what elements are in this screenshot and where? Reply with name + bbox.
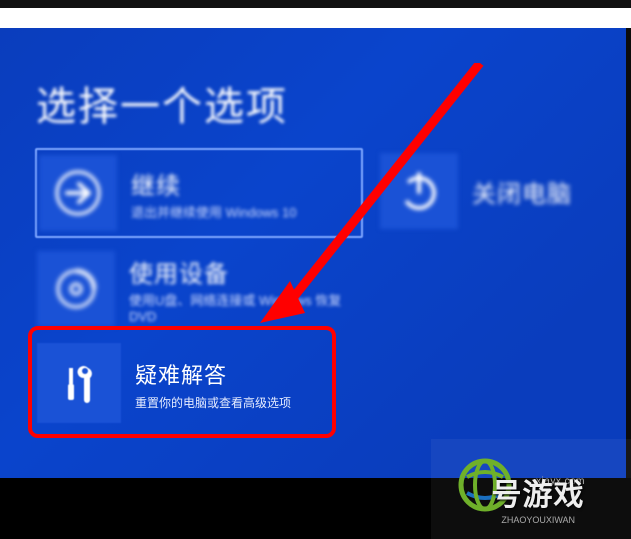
- option-troubleshoot-title: 疑难解答: [135, 358, 291, 390]
- option-use-device-sub: 使用U盘、网络连接或 Windows 恢复 DVD: [129, 293, 357, 324]
- top-black-bar: [0, 0, 631, 8]
- power-icon: [380, 153, 458, 229]
- option-power-off-title: 关闭电脑: [472, 174, 572, 209]
- option-continue-text: 继续 退出并继续使用 Windows 10: [131, 166, 296, 221]
- option-continue-sub: 退出并继续使用 Windows 10: [131, 205, 296, 221]
- watermark-sub: ZHAOYOUXIWAN: [501, 515, 575, 525]
- option-continue-title: 继续: [131, 166, 296, 201]
- option-power-off-tile[interactable]: 关闭电脑: [378, 148, 626, 234]
- option-power-off-text: 关闭电脑: [472, 174, 572, 209]
- watermark-text: 号游戏: [492, 470, 585, 514]
- option-use-device-text: 使用设备 使用U盘、网络连接或 Windows 恢复 DVD: [129, 254, 357, 324]
- winre-choose-option-screen: 选择一个选项 继续 退出并继续使用 Windows 10 使用设备 使用U盘、网…: [0, 28, 626, 478]
- option-troubleshoot-sub: 重置你的电脑或查看高级选项: [135, 396, 291, 410]
- disc-icon: [37, 251, 115, 327]
- tools-icon: [37, 343, 121, 423]
- page-title: 选择一个选项: [36, 74, 288, 132]
- white-band: [0, 8, 631, 28]
- arrow-right-icon: [39, 155, 117, 231]
- option-troubleshoot-text: 疑难解答 重置你的电脑或查看高级选项: [135, 356, 291, 410]
- option-continue-tile[interactable]: 继续 退出并继续使用 Windows 10: [35, 148, 363, 238]
- option-use-device-tile[interactable]: 使用设备 使用U盘、网络连接或 Windows 恢复 DVD: [35, 246, 359, 332]
- option-troubleshoot-tile[interactable]: 疑难解答 重置你的电脑或查看高级选项: [35, 338, 334, 428]
- option-use-device-title: 使用设备: [129, 254, 357, 289]
